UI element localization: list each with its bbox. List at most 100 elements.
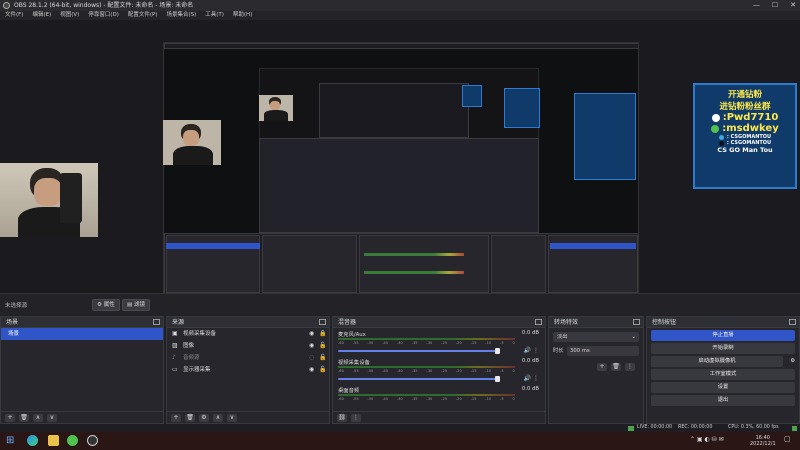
start-virtual-camera-button[interactable]: 启动虚拟摄像机 ⚙ [651,356,795,367]
menu-docks[interactable]: 停靠窗口(D) [88,11,119,20]
edge-icon[interactable] [27,435,38,446]
display-capture-preview [163,42,639,312]
clock[interactable]: 16:40 2022/12/1 [750,435,776,447]
promo-image: 开通钻粉 进钻粉粉丝群 :Pwd7710 :msdwkey : CSGOMANT… [693,83,797,189]
notification-icon[interactable]: ▢ [784,436,791,443]
duration-input[interactable]: 300 ms [567,346,639,356]
mixer-channel-desktop: 桌面音频 0.0 dB -60 -55 -50 -45 -40 -35 -30 -25 -20-… [333,384,545,412]
popout-icon[interactable] [633,319,640,325]
chevron-down-icon: ⌄ [631,334,636,340]
eye-hidden-icon[interactable]: ◌ [309,355,315,361]
source-item-monitor[interactable]: ▭ 显示器采集 ◉ 🔓 [167,364,329,376]
unlock-icon[interactable]: 🔓 [319,367,326,373]
popout-icon[interactable] [789,319,796,325]
close-button[interactable]: ✕ [790,0,796,11]
meter-scale: -60 -55 -50 -45 -40 -35 -30 -25 -20 -15 -10 -5 0 [338,397,515,401]
promo-wechat: :msdwkey [722,123,779,134]
level-meter [338,394,515,396]
qq-icon [711,113,720,122]
lock-icon[interactable]: 🔒 [319,331,326,337]
unlock-icon[interactable]: 🔓 [319,355,326,361]
remove-source-button[interactable]: 🗑 [185,414,195,422]
eye-icon[interactable]: ◉ [309,331,315,337]
move-up-button[interactable]: ∧ [33,414,43,422]
file-explorer-icon[interactable] [48,435,59,446]
volume-slider[interactable] [338,348,500,354]
source-properties-button[interactable]: ⚙ [199,414,209,422]
wechat-icon [711,124,720,133]
mixer-title: 混音器 [338,319,357,326]
mixer-menu-button[interactable]: ⋮ [351,414,361,422]
source-item-audio[interactable]: ♪ 音频源 ◌ 🔓 [167,352,329,364]
obs-app-icon[interactable] [87,435,98,446]
remove-transition-button[interactable]: 🗑 [611,363,621,371]
eye-icon[interactable]: ◉ [309,367,315,373]
move-up-button[interactable]: ∧ [213,414,223,422]
channel-db: 0.0 dB [521,330,539,336]
no-source-selected-label: 未选择源 [5,303,28,309]
add-source-button[interactable]: + [171,414,181,422]
stop-streaming-button[interactable]: 停止直播 [651,330,795,341]
settings-button[interactable]: 设置 [651,382,795,393]
scene-item[interactable]: 场景 [1,328,163,340]
unlock-icon[interactable]: 🔓 [319,343,326,349]
cpu-fps: CPU: 0.3%, 60.00 fps [728,425,779,430]
maximize-button[interactable]: ☐ [772,0,778,11]
controls-dock: 控制按钮 停止直播 开始录制 启动虚拟摄像机 ⚙ 工作室模式 设置 退出 [646,316,800,424]
minimize-button[interactable]: — [753,0,760,11]
link-icon[interactable]: ⛓ [337,414,347,422]
channel-db: 0.0 dB [521,386,539,392]
status-bar: LIVE: 00:00:00 REC: 00:00:00 CPU: 0.3%, … [0,424,800,432]
eye-icon[interactable]: ◉ [309,343,315,349]
scenes-title: 场景 [6,319,19,326]
scenes-dock: 场景 场景 + 🗑 ∧ ∨ [0,316,164,424]
controls-title: 控制按钮 [652,319,677,326]
popout-icon[interactable] [535,319,542,325]
window-title: OBS 28.1.2 (64-bit, windows) - 配置文件: 未命名… [14,2,194,9]
transitions-title: 转场特效 [554,319,579,326]
add-transition-button[interactable]: + [597,363,607,371]
speaker-icon[interactable]: 🔊 ⋮ [524,375,539,382]
live-icon [628,425,634,431]
health-icon [792,425,797,431]
live-time: LIVE: 00:00:00 [637,425,673,430]
menu-edit[interactable]: 编辑(E) [32,11,51,20]
properties-button[interactable]: ⚙ 属性 [92,299,120,311]
source-item-camera[interactable]: ▣ 视频采集设备 ◉ 🔒 [167,328,329,340]
volume-slider[interactable] [338,376,500,382]
menu-file[interactable]: 文件(F) [5,11,23,20]
nested-camera-feed-2 [259,95,293,121]
start-recording-button[interactable]: 开始录制 [651,343,795,354]
preview-canvas[interactable]: 开通钻粉 进钻粉粉丝群 :Pwd7710 :msdwkey : CSGOMANT… [0,20,800,312]
transition-type-select[interactable]: 淡出 ⌄ [553,332,639,342]
menu-help[interactable]: 帮助(H) [233,11,252,20]
source-label: 视频采集设备 [183,331,217,337]
add-scene-button[interactable]: + [5,414,15,422]
studio-mode-button[interactable]: 工作室模式 [651,369,795,380]
remove-scene-button[interactable]: 🗑 [19,414,29,422]
popout-icon[interactable] [153,319,160,325]
source-item-image[interactable]: ▨ 图像 ◉ 🔓 [167,340,329,352]
move-down-button[interactable]: ∨ [47,414,57,422]
promo-qq: :Pwd7710 [722,112,779,123]
move-down-button[interactable]: ∨ [227,414,237,422]
menu-view[interactable]: 视图(V) [60,11,79,20]
source-label: 图像 [183,343,195,349]
exit-button[interactable]: 退出 [651,395,795,406]
system-tray-icons[interactable]: ⌃ ▣ ◐ ⛁ ✉ [690,437,724,443]
gear-icon[interactable]: ⚙ [790,356,795,367]
monitor-icon: ▭ [172,366,178,373]
windows-start-icon[interactable]: ⊞ [6,435,17,446]
transition-menu-button[interactable]: ⋮ [625,363,635,371]
menu-profile[interactable]: 配置文件(P) [128,11,158,20]
popout-icon[interactable] [319,319,326,325]
menu-scene-collection[interactable]: 场景集合(S) [166,11,196,20]
filters-button[interactable]: ▤ 滤镜 [122,299,150,311]
speaker-icon[interactable]: 🔊 ⋮ [524,347,539,354]
source-toolbar: 未选择源 ⚙ 属性 ▤ 滤镜 [0,293,800,315]
menu-tools[interactable]: 工具(T) [205,11,224,20]
wechat-app-icon[interactable] [67,435,78,446]
title-bar: OBS 28.1.2 (64-bit, windows) - 配置文件: 未命名… [0,0,800,11]
nested-promo-image [574,93,636,180]
promo-line1: 开通钻粉 [727,90,762,100]
